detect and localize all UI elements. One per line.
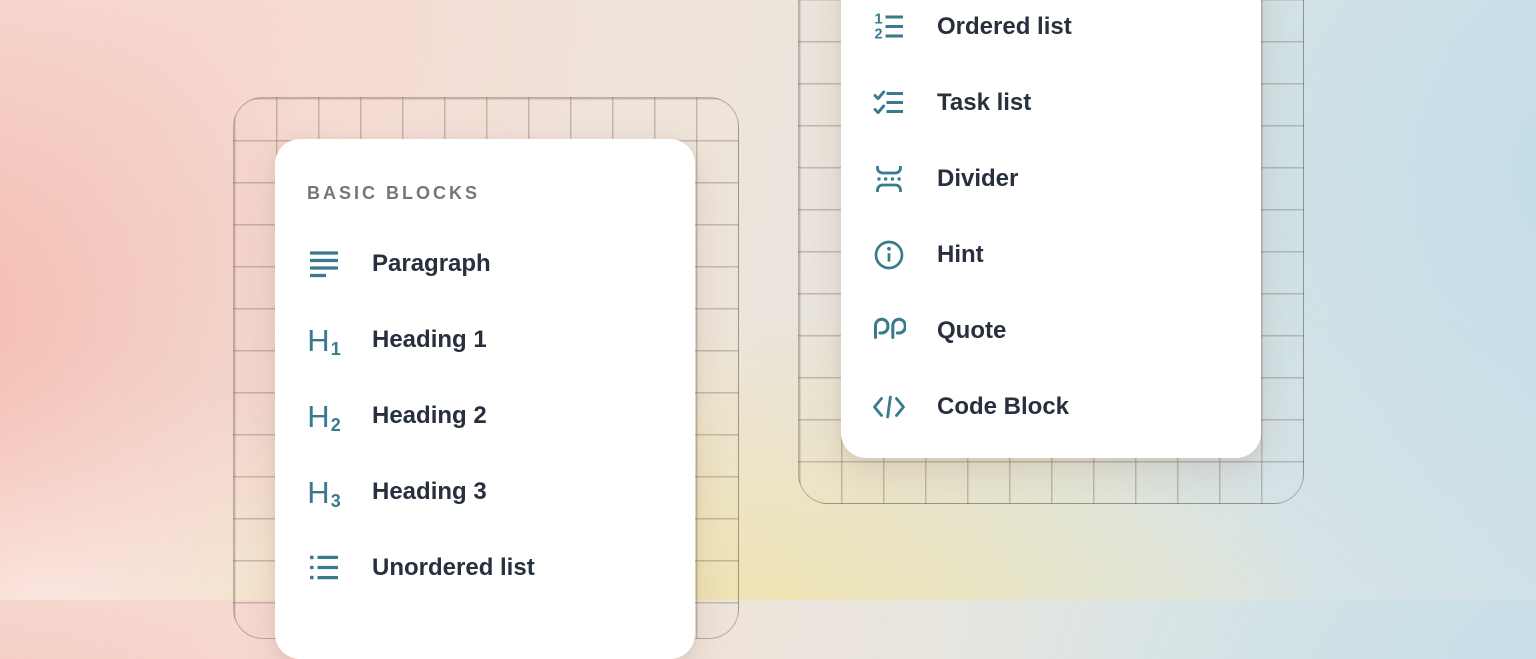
menu-item-heading-3[interactable]: H3 Heading 3 — [307, 454, 695, 530]
paragraph-icon — [307, 247, 341, 281]
basic-blocks-header: BASIC BLOCKS — [307, 182, 695, 204]
menu-item-code-block[interactable]: Code Block — [872, 369, 1261, 445]
heading-2-icon: H2 — [307, 399, 341, 433]
menu-item-label: Ordered list — [937, 15, 1072, 39]
hint-icon — [872, 238, 906, 272]
unordered-list-icon — [307, 551, 341, 585]
svg-text:1: 1 — [875, 11, 883, 27]
menu-item-quote[interactable]: Quote — [872, 293, 1261, 369]
svg-text:2: 2 — [875, 27, 883, 43]
menu-item-label: Hint — [937, 243, 984, 267]
menu-item-label: Code Block — [937, 395, 1069, 419]
menu-item-label: Unordered list — [372, 556, 535, 580]
menu-item-paragraph[interactable]: Paragraph — [307, 226, 695, 302]
code-block-icon — [872, 390, 906, 424]
menu-item-label: Task list — [937, 91, 1031, 115]
menu-item-heading-1[interactable]: H1 Heading 1 — [307, 302, 695, 378]
heading-3-icon: H3 — [307, 475, 341, 509]
menu-item-label: Heading 1 — [372, 328, 487, 352]
block-picker-screen: { "colors": { "accent_teal": "#3A7A8E", … — [0, 0, 1536, 600]
menu-item-unordered-list[interactable]: Unordered list — [307, 530, 695, 606]
task-list-icon — [872, 86, 906, 120]
basic-blocks-card: BASIC BLOCKS Paragraph H1 Heading 1 H2 H… — [275, 139, 695, 659]
menu-item-label: Divider — [937, 167, 1018, 191]
menu-item-ordered-list[interactable]: 1 2 Ordered list — [872, 0, 1261, 65]
menu-item-heading-2[interactable]: H2 Heading 2 — [307, 378, 695, 454]
menu-item-label: Heading 2 — [372, 404, 487, 428]
heading-1-icon: H1 — [307, 323, 341, 357]
menu-item-task-list[interactable]: Task list — [872, 65, 1261, 141]
divider-icon — [872, 162, 906, 196]
menu-item-divider[interactable]: Divider — [872, 141, 1261, 217]
more-blocks-card: 1 2 Ordered list — [841, 0, 1261, 458]
menu-item-hint[interactable]: Hint — [872, 217, 1261, 293]
menu-item-label: Paragraph — [372, 252, 491, 276]
ordered-list-icon: 1 2 — [872, 10, 906, 44]
quote-icon — [872, 314, 906, 348]
menu-item-label: Heading 3 — [372, 480, 487, 504]
menu-item-label: Quote — [937, 319, 1006, 343]
